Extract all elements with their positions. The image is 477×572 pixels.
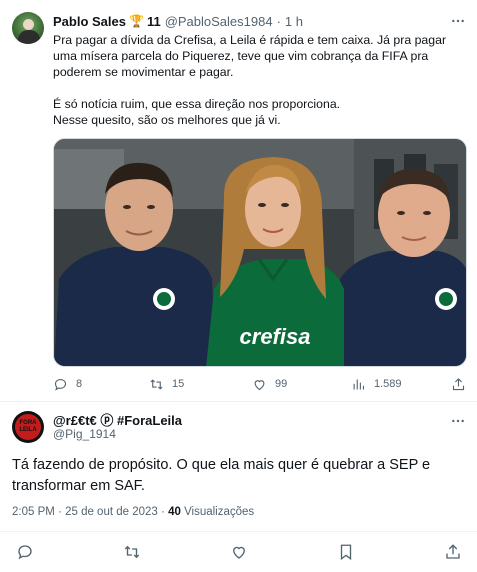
photo-illustration: crefisa [54,139,466,366]
author-handle[interactable]: @PabloSales1984 [165,14,273,29]
meta-separator: · [161,506,165,518]
reply-author-handle[interactable]: @Pig_1914 [53,427,116,441]
avatar-text: FORA LEILA [19,420,37,433]
reply-bookmark-button[interactable] [336,542,356,562]
share-icon [452,377,465,390]
share-button[interactable] [451,375,466,393]
views-button[interactable]: 1.589 [351,375,402,393]
reply-actions [0,538,477,564]
retweet-icon [124,545,140,559]
tweet-photo[interactable]: crefisa [53,138,467,367]
reply-share-button[interactable] [443,542,463,562]
views-icon [353,379,365,389]
views-count: 1.589 [374,378,402,390]
tweet-card[interactable]: Pablo Sales 🏆 11 @PabloSales1984 · 1 h P… [0,0,477,402]
divider [0,531,477,532]
reply-count: 8 [76,378,83,390]
more-options-button[interactable] [449,12,467,30]
author-name-number[interactable]: 11 [147,14,161,29]
like-icon [233,546,245,559]
bookmark-icon [340,544,352,561]
reply-date[interactable]: 25 de out de 2023 [65,506,158,518]
retweet-count: 15 [172,378,185,390]
reply-views-label: Visualizações [184,506,255,518]
retweet-icon [150,378,163,390]
reply-more-options-button[interactable] [449,412,467,430]
more-icon [452,19,464,23]
like-count: 99 [275,378,288,390]
trophy-emoji: 🏆 [128,14,144,28]
tweet-time[interactable]: 1 h [285,14,303,29]
like-button[interactable]: 99 [252,375,287,393]
tweet-paragraph-3: Nesse quesito, são os melhores que já vi… [53,113,281,127]
reply-retweet-button[interactable] [122,542,142,562]
reply-reply-button[interactable] [15,542,35,562]
tweet-text: Pra pagar a dívida da Crefisa, a Leila é… [53,32,471,128]
author-name[interactable]: Pablo Sales [53,14,126,29]
reply-icon [54,378,67,391]
reply-views-count: 40 [168,506,181,518]
reply-button[interactable]: 8 [53,375,82,393]
author-avatar[interactable] [12,12,44,44]
header-separator: · [276,13,281,29]
divider [0,401,477,402]
reply-like-button[interactable] [229,542,249,562]
tweet-paragraph-2: É só notícia ruim, que essa direção nos … [53,97,341,111]
tweet-paragraph-1: Pra pagar a dívida da Crefisa, a Leila é… [53,33,447,79]
like-icon [254,379,265,390]
reply-time[interactable]: 2:05 PM [12,506,55,518]
more-icon [452,419,464,423]
tweet-header: Pablo Sales 🏆 11 @PabloSales1984 · 1 h [53,12,303,30]
share-icon [446,544,460,559]
shirt-sponsor-text: crefisa [240,324,311,349]
retweet-button[interactable]: 15 [149,375,184,393]
tweet-actions: 8 15 99 1.589 [53,375,467,393]
reply-meta: 2:05 PM · 25 de out de 2023 · 40 Visuali… [12,506,254,518]
reply-author-avatar[interactable]: FORA LEILA [12,411,44,443]
reply-icon [18,545,32,560]
reply-text: Tá fazendo de propósito. O que ela mais … [12,457,431,494]
meta-separator: · [58,506,62,518]
